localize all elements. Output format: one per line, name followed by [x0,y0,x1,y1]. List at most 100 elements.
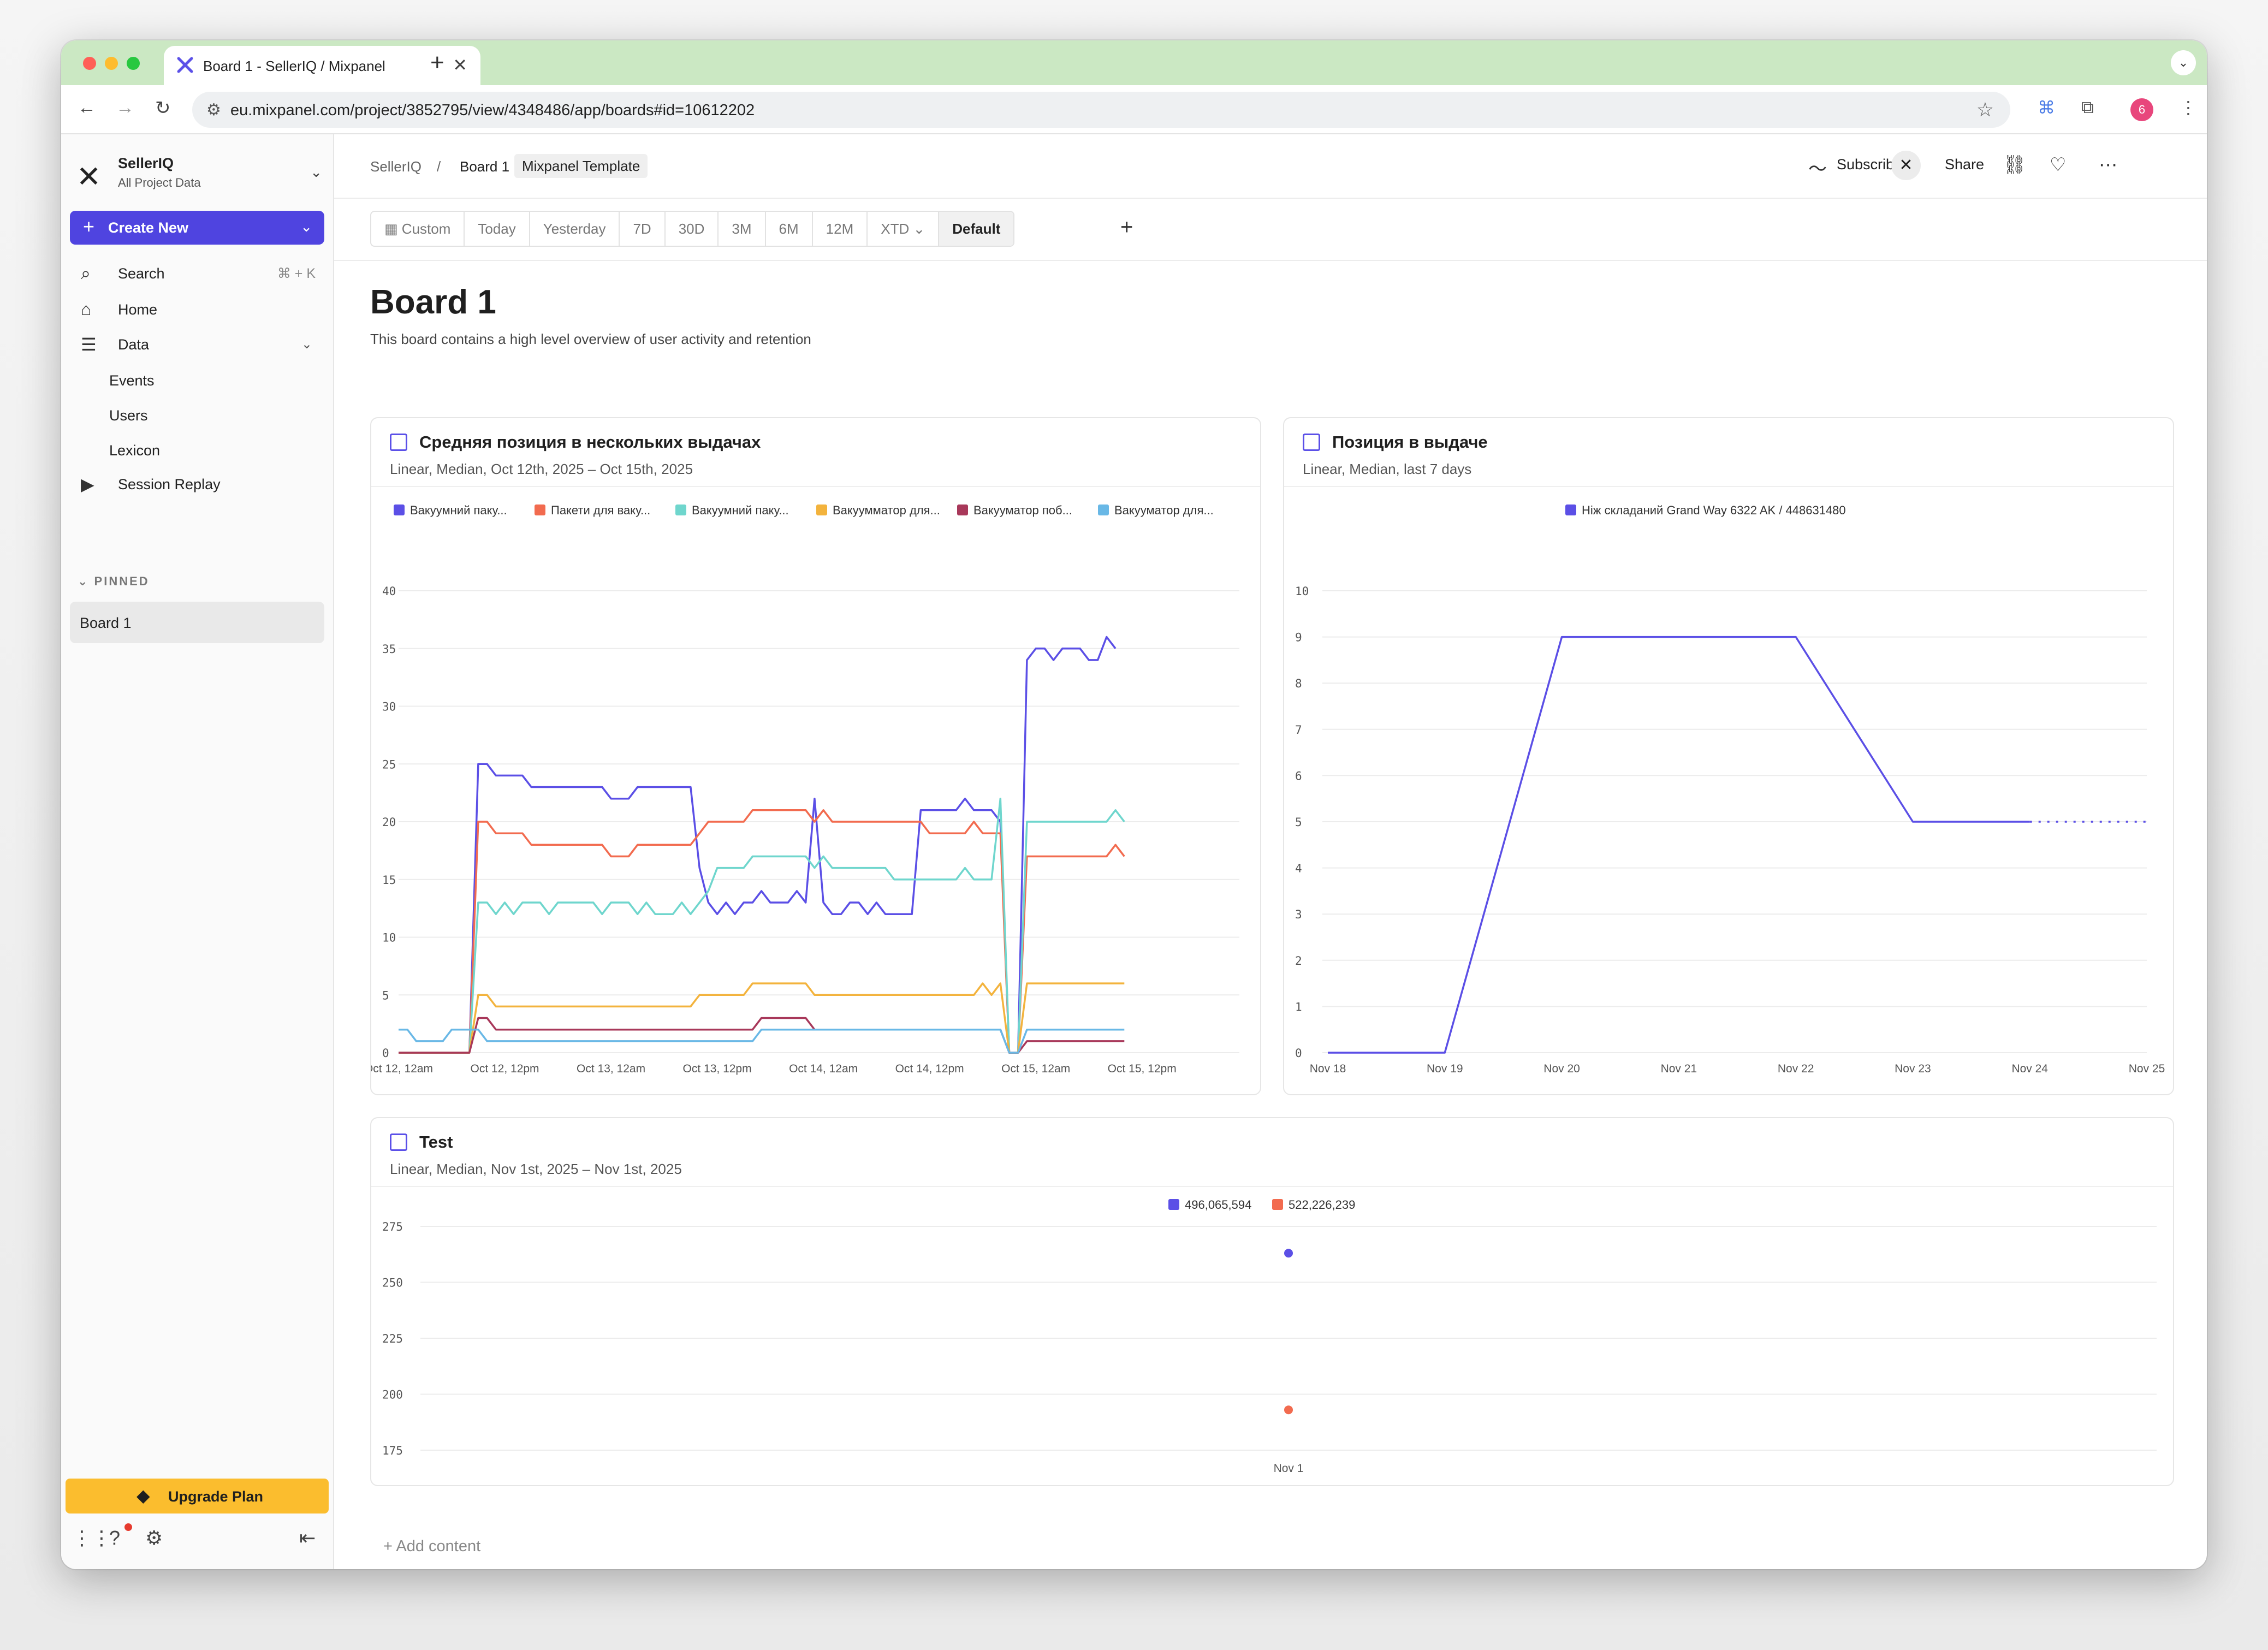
settings-gear-icon[interactable]: ⚙ [145,1527,163,1550]
sidebar-item-label: Data [118,336,150,353]
tab-title: Board 1 - SellerIQ / Mixpanel [203,58,385,74]
legend-swatch [1098,505,1109,515]
reload-icon[interactable]: ↻ [155,97,171,119]
date-filter-12m[interactable]: 12M [813,212,868,246]
sidebar-item-label: Search [118,265,165,282]
line-chart: Ніж складаний Grand Way 6322 AK / 448631… [1295,503,2165,1075]
date-filter-custom[interactable]: ▦ Custom [371,212,465,246]
data-point [1284,1249,1293,1258]
y-tick-label: 4 [1295,862,1302,875]
heart-icon[interactable]: ♡ [2050,154,2066,176]
breadcrumb-project[interactable]: SellerIQ [370,158,421,175]
forward-arrow-icon[interactable]: → [116,97,134,118]
date-filter-yesterday[interactable]: Yesterday [530,212,620,246]
x-tick-label: Oct 13, 12am [577,1063,645,1075]
mixpanel-logo-icon: ✕ [76,161,102,193]
line-chart: Вакуумний паку... Пакети для ваку... Вакуу… [371,503,1239,1075]
bookmark-star-icon[interactable]: ☆ [1976,98,1994,121]
sidebar-item-events[interactable]: Events [109,372,155,389]
y-tick-label: 35 [382,643,396,656]
rss-icon[interactable]: 〜 [1808,154,1827,181]
org-name: SellerIQ [118,155,174,171]
series-line [399,1028,1125,1054]
breadcrumb-board[interactable]: Board 1 [460,158,509,175]
board-description[interactable]: This board contains a high level overvie… [370,331,811,348]
sidebar-item-data[interactable]: ☰ Data ⌄ [70,328,324,360]
x-tick-label: Nov 23 [1895,1063,1931,1075]
y-tick-label: 10 [1295,585,1309,598]
data-point [1284,1405,1293,1415]
y-tick-label: 3 [1295,908,1302,921]
sidebar-item-lexicon[interactable]: Lexicon [109,442,160,459]
date-filter-today[interactable]: Today [465,212,530,246]
date-filter-7d[interactable]: 7D [620,212,666,246]
date-filter-6m[interactable]: 6M [766,212,813,246]
pinned-header[interactable]: ⌄ PINNED [78,574,150,589]
browser-menu-icon[interactable]: ⋮ [2180,97,2197,118]
legend-swatch [1168,1199,1179,1210]
add-filter-button[interactable]: + [1120,215,1133,240]
y-tick-label: 8 [1295,677,1302,690]
sidebar-item-session-replay[interactable]: ▶ Session Replay [70,467,324,500]
diamond-icon: ◆ [136,1486,150,1505]
apps-grid-icon[interactable]: ⋮⋮ [72,1527,111,1550]
report-card-position[interactable]: Позиция в выдаче Linear, Median, last 7 … [1283,417,2174,1095]
upgrade-plan-button[interactable]: ◆ Upgrade Plan [66,1479,329,1514]
card-title[interactable]: Test [419,1132,453,1152]
site-settings-icon[interactable]: ⚙ [206,100,221,120]
y-tick-label: 0 [1295,1047,1302,1060]
profile-avatar[interactable]: 6 [2130,98,2153,121]
help-icon[interactable]: ? [109,1527,120,1550]
date-filter-30d[interactable]: 30D [666,212,719,246]
sidebar-item-search[interactable]: ⌕ Search ⌘ + K [70,257,324,289]
new-tab-button[interactable]: + [430,49,444,76]
more-options-icon[interactable]: ⋯ [2099,154,2117,176]
card-subtitle: Linear, Median, Nov 1st, 2025 – Nov 1st,… [390,1161,682,1177]
date-filter-xtd[interactable]: XTD ⌄ [868,212,940,246]
link-icon[interactable]: ⛓ [2003,154,2026,176]
legend-label: Вакуумматор для... [833,503,940,517]
y-tick-label: 5 [1295,816,1302,829]
user-avatar[interactable]: ✕ [1891,151,1921,180]
legend-label: Вакуумний паку... [692,503,789,517]
series-line [399,1017,1125,1054]
pinned-board-item[interactable]: Board 1 [70,602,324,643]
collapse-sidebar-icon[interactable]: ⇤ [299,1527,316,1550]
scatter-chart: 496,065,594 522,226,239 175 200 225 250 275 Nov… [382,1198,2157,1475]
sidebar-item-home[interactable]: ⌂ Home [70,293,324,325]
date-filter-3m[interactable]: 3M [719,212,766,246]
close-window-button[interactable] [83,57,96,70]
search-shortcut: ⌘ + K [277,266,316,281]
card-title[interactable]: Средняя позиция в нескольких выдачах [419,432,761,452]
maximize-window-button[interactable] [127,57,140,70]
board-title[interactable]: Board 1 [370,283,496,322]
project-switcher[interactable]: ✕ SellerIQ All Project Data ⌄ [76,154,322,198]
legend-label: Пакети для ваку... [551,503,650,517]
create-new-button[interactable]: + Create New ⌄ [70,211,324,245]
close-tab-icon[interactable]: ✕ [453,55,467,75]
extensions-icon[interactable]: ⧉ [2081,97,2094,118]
template-tag: Mixpanel Template [514,154,648,178]
back-arrow-icon[interactable]: ← [78,97,96,118]
x-tick-label: Oct 12, 12pm [470,1063,539,1075]
address-bar[interactable]: ⚙ eu.mixpanel.com/project/3852795/view/4… [192,92,2010,128]
create-new-label: Create New [108,219,189,236]
y-tick-label: 2 [1295,954,1302,968]
y-tick-label: 5 [382,989,389,1002]
minimize-window-button[interactable] [105,57,118,70]
translate-icon[interactable]: ⌘ [2038,97,2055,118]
tab-search-chevron-icon[interactable]: ⌄ [2171,50,2196,75]
share-button[interactable]: Share [1945,156,1984,173]
card-title[interactable]: Позиция в выдаче [1332,432,1488,452]
breadcrumb-separator: / [437,158,441,175]
chevron-down-icon: ⌄ [310,164,322,180]
sidebar-item-users[interactable]: Users [109,407,148,424]
date-filter-default[interactable]: Default [939,212,1014,246]
url-text[interactable]: eu.mixpanel.com/project/3852795/view/434… [230,102,755,120]
y-tick-label: 6 [1295,769,1302,782]
report-card-test[interactable]: Test Linear, Median, Nov 1st, 2025 – Nov… [370,1117,2174,1486]
add-content-button[interactable]: + Add content [383,1538,480,1556]
browser-toolbar: ← → ↻ ⚙ eu.mixpanel.com/project/3852795/… [61,85,2207,134]
report-card-avg-position[interactable]: Средняя позиция в нескольких выдачах Lin… [370,417,1261,1095]
series-line [399,797,1125,1054]
